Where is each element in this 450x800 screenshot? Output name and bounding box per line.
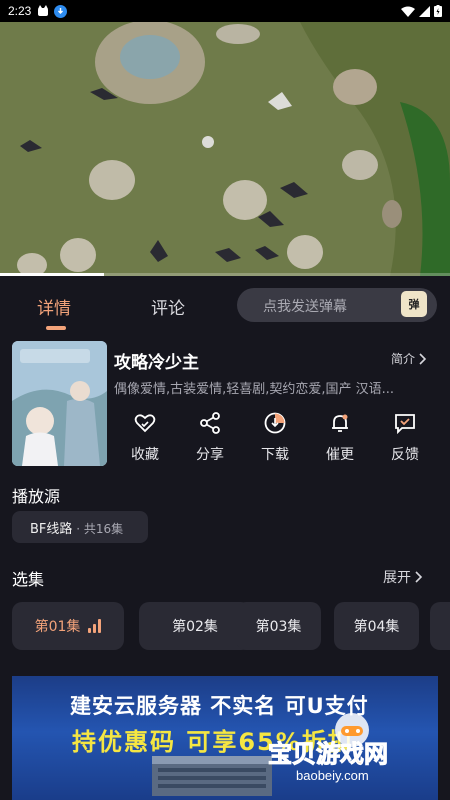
status-bar: 2:23 (0, 0, 450, 22)
danmaku-input[interactable]: 点我发送弹幕 弹 (237, 288, 437, 322)
chevron-right-icon (415, 571, 423, 583)
site-watermark: 宝贝游戏网 baobeiy.com (240, 713, 440, 800)
watermark-text: 宝贝游戏网 (268, 740, 389, 769)
share-icon (200, 412, 220, 434)
drama-poster[interactable] (12, 341, 107, 466)
episode-item-02[interactable]: 第02集 (139, 602, 251, 650)
share-label: 分享 (196, 447, 224, 463)
chevron-right-icon (419, 352, 427, 365)
tab-comment[interactable]: 评论 (151, 294, 185, 319)
episode-label: 第01集 (34, 619, 81, 635)
drama-title: 攻略冷少主 (114, 353, 199, 373)
episode-item-03[interactable]: 第03集 (236, 602, 321, 650)
video-player[interactable] (0, 22, 450, 276)
episode-item-01[interactable]: 第01集 (12, 602, 124, 650)
tab-detail[interactable]: 详情 (37, 294, 71, 319)
danmaku-placeholder: 点我发送弹幕 (263, 299, 347, 315)
heart-icon (134, 414, 156, 433)
video-progress-fill (0, 273, 104, 276)
download-button[interactable]: 下载 (245, 408, 305, 464)
episode-item-next-partial[interactable] (430, 602, 450, 650)
bell-icon (332, 414, 348, 432)
download-icon (264, 412, 286, 434)
source-chip-name: BF线路 (30, 522, 73, 537)
feedback-button[interactable]: 反馈 (375, 408, 435, 464)
download-label: 下载 (261, 447, 289, 463)
episode-label: 第03集 (255, 619, 302, 635)
episode-item-04[interactable]: 第04集 (334, 602, 419, 650)
episode-label: 第04集 (353, 619, 400, 635)
drama-tags: 偶像爱情,古装爱情,轻喜剧,契约恋爱,国产 汉语... (114, 382, 395, 397)
wifi-icon (401, 6, 415, 17)
active-tab-indicator (46, 326, 66, 330)
download-notification-icon (54, 4, 68, 18)
watermark-url: baobeiy.com (296, 768, 369, 783)
expand-label: 展开 (383, 570, 411, 586)
intro-button[interactable]: 简介 (391, 350, 427, 367)
danmaku-icon[interactable]: 弹 (401, 291, 427, 317)
episode-label: 第02集 (172, 619, 218, 635)
signal-icon (419, 5, 430, 17)
video-progress-bar[interactable] (0, 273, 450, 276)
poster-art (12, 341, 107, 466)
feedback-icon (395, 414, 415, 435)
intro-label: 简介 (391, 352, 416, 366)
playing-indicator-icon (88, 619, 102, 633)
action-bar: 收藏 分享 下载 催更 反馈 (112, 408, 442, 468)
urge-update-label: 催更 (326, 447, 354, 463)
source-section-title: 播放源 (12, 487, 61, 506)
battery-icon (434, 5, 442, 17)
notification-cat-icon (38, 5, 49, 16)
source-chip-count: · 共16集 (72, 522, 124, 536)
source-chip-bf[interactable]: BF线路 · 共16集 (12, 511, 148, 543)
episodes-section-title: 选集 (12, 570, 45, 589)
favorite-label: 收藏 (131, 447, 159, 463)
share-button[interactable]: 分享 (180, 408, 240, 464)
status-time: 2:23 (8, 4, 32, 18)
favorite-button[interactable]: 收藏 (115, 408, 175, 464)
expand-episodes-button[interactable]: 展开 (383, 567, 423, 587)
video-frame (0, 22, 450, 276)
feedback-label: 反馈 (391, 447, 419, 463)
urge-update-button[interactable]: 催更 (310, 408, 370, 464)
